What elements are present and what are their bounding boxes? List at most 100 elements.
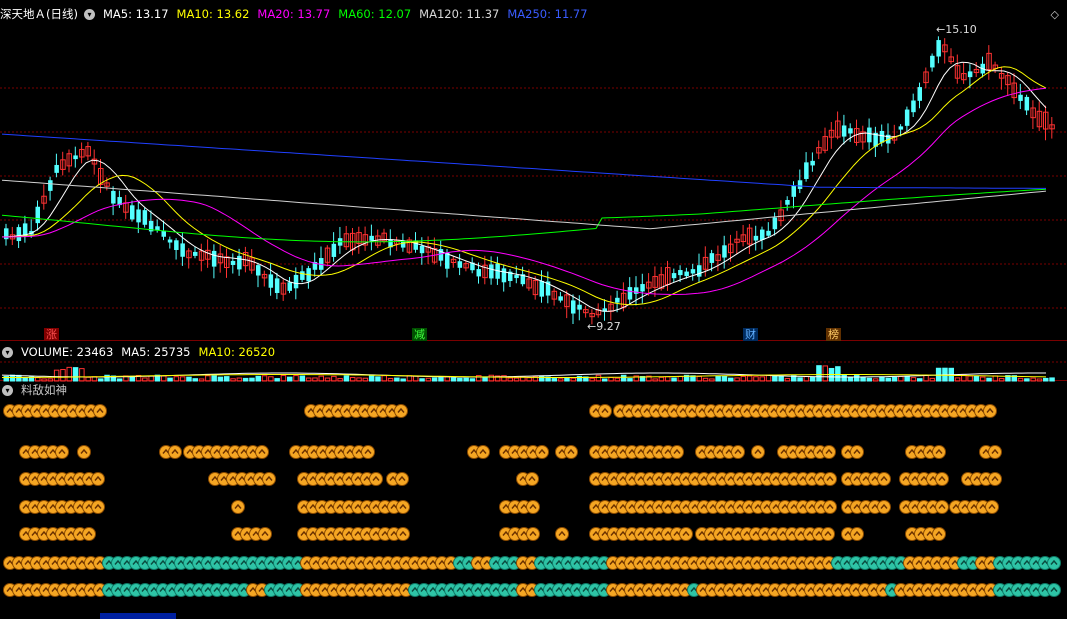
volume-bar bbox=[721, 375, 728, 382]
candle-down bbox=[211, 250, 217, 267]
candle-down bbox=[848, 128, 853, 134]
volume-bar bbox=[954, 377, 961, 382]
gold-coin-icon bbox=[82, 527, 96, 541]
volume-bar bbox=[998, 378, 1005, 382]
volume-bar bbox=[973, 375, 980, 382]
event-marker[interactable]: 涨 bbox=[44, 328, 59, 341]
gold-coin-icon bbox=[526, 500, 540, 514]
candle-down bbox=[4, 228, 9, 240]
candle-down bbox=[671, 273, 677, 279]
event-marker[interactable]: 减 bbox=[412, 328, 427, 341]
volume-bar bbox=[375, 376, 381, 382]
volume-bar bbox=[236, 377, 243, 382]
candle-down bbox=[167, 239, 173, 243]
candle-down bbox=[1024, 96, 1030, 111]
candle-down bbox=[640, 284, 645, 292]
gold-coin-icon bbox=[526, 527, 540, 541]
event-marker[interactable]: 财 bbox=[743, 328, 758, 341]
candle-down bbox=[174, 240, 179, 250]
volume-bar bbox=[898, 375, 904, 382]
volume-bar bbox=[469, 378, 476, 382]
volume-bar bbox=[847, 377, 854, 382]
candle-down bbox=[130, 205, 135, 220]
volume-bar bbox=[866, 377, 873, 382]
candle-down bbox=[911, 100, 916, 113]
volume-bar bbox=[595, 374, 602, 382]
volume-bar bbox=[167, 377, 173, 382]
volume-bar bbox=[488, 374, 495, 382]
volume-bar bbox=[331, 375, 337, 382]
volume-bar bbox=[1024, 378, 1030, 382]
volume-bar bbox=[249, 377, 255, 382]
volume-bar bbox=[715, 375, 721, 382]
volume-bar bbox=[9, 374, 16, 382]
volume-bar bbox=[463, 377, 469, 382]
volume-bar bbox=[242, 377, 249, 382]
price-low-label: ←9.27 bbox=[587, 320, 621, 333]
event-marker[interactable]: 榜 bbox=[826, 328, 841, 341]
volume-bar bbox=[293, 375, 299, 382]
ma5-line bbox=[1, 61, 1047, 312]
volume-bar bbox=[1043, 377, 1049, 382]
gold-coin-icon bbox=[369, 472, 383, 486]
volume-bar bbox=[551, 378, 558, 382]
volume-bar bbox=[280, 374, 287, 382]
candle-down bbox=[230, 260, 236, 265]
candle-down bbox=[73, 155, 78, 160]
gold-coin-icon bbox=[988, 472, 1002, 486]
candle-down bbox=[501, 268, 507, 283]
volume-bar bbox=[192, 378, 198, 382]
volume-bar bbox=[904, 375, 910, 382]
candle-down bbox=[1018, 94, 1023, 101]
candle-down bbox=[48, 180, 53, 191]
candle-down bbox=[300, 271, 305, 280]
candle-down bbox=[722, 245, 727, 258]
volume-bar bbox=[526, 377, 532, 382]
gold-coin-icon bbox=[396, 500, 410, 514]
volume-bar bbox=[1017, 377, 1024, 382]
teal-coin-icon bbox=[1047, 556, 1061, 570]
volume-bar bbox=[457, 377, 463, 382]
ma60-line bbox=[1, 188, 1047, 243]
volume-bar bbox=[539, 375, 545, 382]
volume-bar bbox=[872, 378, 879, 382]
gold-coin-icon bbox=[877, 472, 891, 486]
volume-bar bbox=[318, 375, 324, 382]
volume-bar bbox=[746, 375, 753, 382]
volume-bar bbox=[677, 375, 684, 382]
volume-bar bbox=[66, 366, 72, 382]
candle-down bbox=[785, 200, 790, 205]
date-cursor-bar bbox=[100, 613, 176, 619]
volume-bar bbox=[557, 378, 564, 382]
gold-coin-icon bbox=[821, 527, 835, 541]
volume-bar bbox=[211, 375, 217, 382]
volume-bar bbox=[765, 374, 772, 382]
gold-coin-icon bbox=[55, 445, 69, 459]
volume-bar bbox=[734, 377, 740, 382]
volume-bar bbox=[809, 376, 816, 382]
volume-bar bbox=[350, 376, 356, 382]
candle-down bbox=[804, 162, 809, 179]
gold-coin-icon bbox=[850, 445, 864, 459]
candle-down bbox=[268, 274, 274, 288]
gold-coin-icon bbox=[598, 404, 612, 418]
volume-bar bbox=[142, 377, 148, 382]
candle-down bbox=[136, 209, 141, 223]
volume-bar bbox=[47, 378, 54, 382]
volume-bar bbox=[816, 365, 822, 382]
kline-chart[interactable] bbox=[0, 0, 1067, 619]
gold-coin-icon bbox=[877, 500, 891, 514]
volume-bar bbox=[413, 375, 419, 382]
candle-down bbox=[867, 127, 872, 143]
volume-bar bbox=[803, 376, 810, 382]
candle-down bbox=[514, 275, 519, 279]
volume-bar bbox=[860, 376, 866, 382]
gold-coin-icon bbox=[935, 500, 949, 514]
volume-bar bbox=[1049, 377, 1055, 382]
candle-down bbox=[684, 271, 689, 277]
candle-down bbox=[772, 217, 778, 230]
volume-bar bbox=[98, 378, 104, 382]
volume-bar bbox=[79, 368, 85, 382]
volume-bar bbox=[696, 375, 702, 382]
volume-bar bbox=[72, 367, 79, 382]
